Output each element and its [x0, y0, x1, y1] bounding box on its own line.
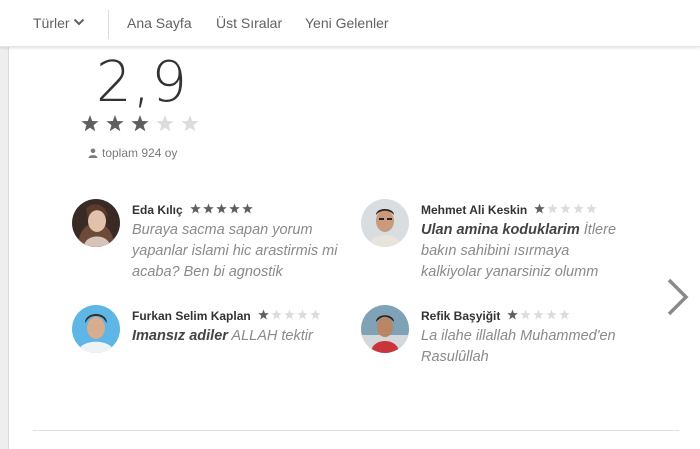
reviewer-name[interactable]: Eda Kılıç	[132, 203, 183, 217]
person-icon	[88, 148, 98, 158]
nav-new-releases-link[interactable]: Yeni Gelenler	[305, 15, 389, 31]
star-empty-icon	[573, 203, 584, 214]
review-text: Buraya sacma sapan yorum yapanlar islami…	[132, 220, 342, 283]
reviewer-avatar[interactable]	[72, 305, 120, 353]
review-stars	[534, 203, 597, 214]
star-empty-icon	[310, 309, 321, 320]
star-empty-icon	[156, 115, 174, 132]
star-empty-icon	[547, 203, 558, 214]
review-stars	[507, 309, 570, 320]
rating-stars	[81, 115, 199, 132]
star-empty-icon	[560, 203, 571, 214]
review-text-highlight: Ulan amina koduklarim	[421, 222, 580, 238]
review-stars	[190, 203, 253, 214]
nav-home-link[interactable]: Ana Sayfa	[127, 15, 192, 31]
star-filled-icon	[216, 203, 227, 214]
nav-top-charts-link[interactable]: Üst Sıralar	[216, 15, 282, 31]
star-filled-icon	[242, 203, 253, 214]
star-filled-icon	[534, 203, 545, 214]
star-empty-icon	[586, 203, 597, 214]
reviewer-avatar[interactable]	[361, 199, 409, 247]
review-text-body: Buraya sacma sapan yorum yapanlar islami…	[132, 222, 338, 280]
star-filled-icon	[507, 309, 518, 320]
top-nav-bar: Türler Ana Sayfa Üst Sıralar Yeni Gelenl…	[0, 0, 700, 47]
star-filled-icon	[203, 203, 214, 214]
review-text: Ulan amina koduklarim İtlere bakın sahib…	[421, 220, 631, 283]
star-filled-icon	[258, 309, 269, 320]
star-empty-icon	[520, 309, 531, 320]
star-filled-icon	[131, 115, 149, 132]
star-filled-icon	[106, 115, 124, 132]
star-empty-icon	[271, 309, 282, 320]
reviewer-avatar[interactable]	[361, 305, 409, 353]
star-empty-icon	[181, 115, 199, 132]
rating-score: 2,9	[96, 50, 189, 115]
reviewer-name[interactable]: Refik Başyiğit	[421, 309, 500, 323]
reviewer-name[interactable]: Furkan Selim Kaplan	[132, 309, 251, 323]
reviewer-avatar[interactable]	[72, 199, 120, 247]
review-text: La ilahe illallah Muhammed'en Rasulûllah	[421, 326, 631, 368]
star-empty-icon	[284, 309, 295, 320]
rating-total: toplam 924 oy	[88, 146, 177, 160]
genres-dropdown[interactable]: Türler	[33, 15, 70, 31]
chevron-right-icon[interactable]	[663, 276, 693, 318]
review-stars	[258, 309, 321, 320]
star-filled-icon	[190, 203, 201, 214]
review-text-body: La ilahe illallah Muhammed'en Rasulûllah	[421, 328, 616, 365]
chevron-down-icon[interactable]	[73, 17, 85, 27]
star-filled-icon	[229, 203, 240, 214]
star-filled-icon	[81, 115, 99, 132]
nav-divider	[108, 10, 109, 39]
star-empty-icon	[546, 309, 557, 320]
star-empty-icon	[297, 309, 308, 320]
section-divider	[33, 430, 679, 431]
reviewer-name[interactable]: Mehmet Ali Keskin	[421, 203, 527, 217]
left-panel-edge	[0, 47, 9, 449]
review-text-body: ALLAH tektir	[227, 328, 313, 344]
star-empty-icon	[533, 309, 544, 320]
review-text: Imansız adiler ALLAH tektir	[132, 326, 342, 347]
star-empty-icon	[559, 309, 570, 320]
rating-total-label: toplam 924 oy	[102, 146, 178, 160]
review-text-highlight: Imansız adiler	[132, 328, 228, 344]
